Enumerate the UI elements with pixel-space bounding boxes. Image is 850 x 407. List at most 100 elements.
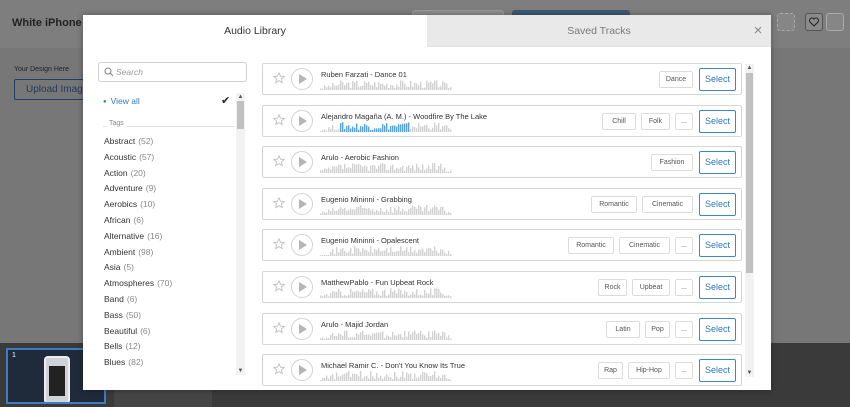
share-button[interactable] <box>826 13 844 31</box>
tag-filter-item[interactable]: Action (20) <box>104 168 146 178</box>
view-all-filter[interactable]: ● View all <box>103 96 140 106</box>
play-button[interactable] <box>291 359 313 382</box>
scroll-up-icon[interactable]: ▲ <box>236 93 245 101</box>
star-icon[interactable] <box>273 113 285 126</box>
waveform[interactable] <box>320 204 452 215</box>
audio-library-modal: Audio Library Saved Tracks × ●View all ✔… <box>83 15 771 390</box>
track-title: Arulo - Majid Jordan <box>321 319 389 329</box>
star-icon[interactable] <box>273 196 285 209</box>
track-row: Arulo - Majid Jordan... Pop Latin Select <box>262 312 742 345</box>
tag-filter-item[interactable]: Ambient (98) <box>104 247 153 257</box>
tag-filter-item[interactable]: Band (6) <box>104 294 137 304</box>
search-input[interactable] <box>116 65 242 79</box>
track-title: Eugenio Mininni - Grabbing <box>321 194 412 204</box>
scroll-down-icon[interactable]: ▼ <box>236 367 245 375</box>
tab-saved-tracks[interactable]: Saved Tracks <box>427 15 771 47</box>
star-icon[interactable] <box>273 321 285 334</box>
tag-filter-item[interactable]: Alternative (16) <box>104 231 162 241</box>
select-button[interactable]: Select <box>699 151 736 175</box>
waveform[interactable] <box>320 163 452 174</box>
select-button[interactable]: Select <box>699 109 736 133</box>
more-tags-chip[interactable]: ... <box>675 320 693 338</box>
play-icon <box>299 282 307 292</box>
tag-chip[interactable]: Hip-Hop <box>628 362 670 380</box>
track-row: Ruben Farzati - Dance 01 Dance Select <box>262 63 742 95</box>
tag-filter-item[interactable]: African (6) <box>104 215 144 225</box>
play-button[interactable] <box>291 109 313 132</box>
tag-filter-item[interactable]: Abstract (52) <box>104 136 153 146</box>
play-button[interactable] <box>291 151 313 174</box>
star-icon[interactable] <box>273 238 285 250</box>
tag-name: Bass <box>104 309 123 320</box>
waveform[interactable] <box>320 329 452 340</box>
waveform[interactable] <box>320 246 452 257</box>
select-button[interactable]: Select <box>699 234 736 258</box>
select-button[interactable]: Select <box>699 359 736 383</box>
tag-chip[interactable]: Rap <box>598 362 623 380</box>
star-icon[interactable] <box>273 155 285 167</box>
tag-filter-item[interactable]: Adventure (9) <box>104 183 156 193</box>
tag-count: (50) <box>125 309 142 320</box>
tag-list-scrollbar[interactable]: ▲ ▼ <box>236 93 245 375</box>
checkmark-icon: ✔ <box>221 95 231 107</box>
tag-chip[interactable]: Folk <box>641 112 670 130</box>
placeholder-icon[interactable] <box>777 13 795 31</box>
waveform[interactable] <box>320 371 452 382</box>
tag-filter-item[interactable]: Acoustic (57) <box>104 152 154 162</box>
more-tags-chip[interactable]: ... <box>675 112 693 130</box>
tag-filter-item[interactable]: Aerobics (10) <box>104 199 155 209</box>
tag-filter-item[interactable]: Beautiful (6) <box>104 326 150 336</box>
tag-chip[interactable]: Cinematic <box>642 195 693 213</box>
play-button[interactable] <box>291 192 313 215</box>
tag-name: Atmospheres <box>104 278 155 289</box>
track-title: MatthewPablo - Fun Upbeat Rock <box>321 278 434 287</box>
select-button[interactable]: Select <box>699 276 736 299</box>
tag-chip[interactable]: Cinematic <box>619 237 670 255</box>
more-tags-chip[interactable]: ... <box>675 362 693 380</box>
tag-chip[interactable]: Rock <box>598 279 627 296</box>
scroll-down-icon[interactable]: ▼ <box>745 369 754 377</box>
close-icon[interactable]: × <box>751 23 765 39</box>
tag-filter-item[interactable]: Asia (5) <box>104 262 134 272</box>
tag-filter-item[interactable]: Bells (12) <box>104 341 141 351</box>
tag-chip[interactable]: Chill <box>602 112 636 130</box>
tag-filter-item[interactable]: Bass (50) <box>104 310 141 320</box>
tag-count: (5) <box>123 262 134 273</box>
tag-chip[interactable]: Romantic <box>591 195 637 213</box>
waveform[interactable] <box>320 80 452 90</box>
waveform[interactable] <box>320 121 452 132</box>
search-box[interactable] <box>98 62 247 82</box>
scroll-up-icon[interactable]: ▲ <box>745 64 754 72</box>
select-button[interactable]: Select <box>699 192 736 216</box>
tag-count: (6) <box>140 325 151 336</box>
play-button[interactable] <box>291 276 313 298</box>
play-icon <box>299 365 307 376</box>
tag-chip[interactable]: Dance <box>659 71 693 88</box>
star-icon[interactable] <box>273 363 285 375</box>
tag-filter-item[interactable]: Blues (82) <box>104 357 143 367</box>
waveform[interactable] <box>320 288 452 298</box>
play-button[interactable] <box>291 317 313 340</box>
more-tags-chip[interactable]: ... <box>675 279 693 296</box>
play-button[interactable] <box>291 234 313 257</box>
star-icon[interactable] <box>273 72 285 84</box>
tag-chip[interactable]: Romantic <box>568 237 614 255</box>
tag-filter-item[interactable]: Atmospheres (70) <box>104 278 172 288</box>
tag-chip[interactable]: Pop <box>645 320 670 338</box>
thumbnail-number: 1 <box>12 352 16 359</box>
tag-name: Ambient <box>104 246 136 257</box>
more-tags-chip[interactable]: ... <box>675 237 693 255</box>
scrollbar-thumb[interactable] <box>746 73 753 273</box>
tag-chip[interactable]: Fashion <box>651 154 693 172</box>
tag-chip[interactable]: Upbeat <box>632 279 670 296</box>
modal-tabs: Audio Library Saved Tracks × <box>83 15 771 47</box>
star-icon[interactable] <box>273 280 285 292</box>
select-button[interactable]: Select <box>699 68 736 91</box>
favorite-button[interactable] <box>805 13 823 31</box>
tab-audio-library[interactable]: Audio Library <box>83 15 427 47</box>
tag-chip[interactable]: Latin <box>606 320 640 338</box>
play-button[interactable] <box>291 68 313 90</box>
track-list-scrollbar[interactable]: ▲ ▼ <box>745 64 754 377</box>
select-button[interactable]: Select <box>699 317 736 341</box>
scrollbar-thumb[interactable] <box>237 101 244 129</box>
